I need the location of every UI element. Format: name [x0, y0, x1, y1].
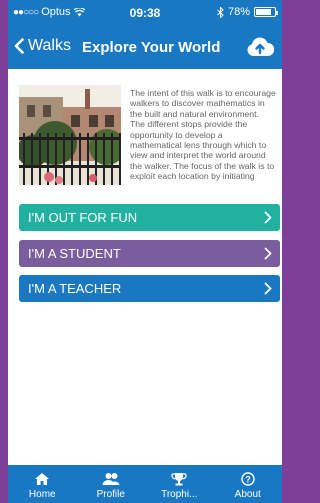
- question-icon: ?: [241, 472, 255, 486]
- walk-photo: [19, 85, 121, 185]
- tab-label: Profile: [96, 489, 125, 500]
- button-label: I'M A STUDENT: [28, 246, 121, 261]
- status-bar: ●●○○○ Optus 09:38 78%: [8, 0, 282, 27]
- chevron-left-icon: [14, 38, 24, 54]
- battery-icon: [254, 7, 278, 17]
- tab-home[interactable]: Home: [8, 465, 77, 503]
- tab-label: About: [234, 489, 261, 500]
- chevron-right-icon: [264, 247, 272, 260]
- button-label: I'M OUT FOR FUN: [28, 210, 138, 225]
- chevron-right-icon: [264, 282, 272, 295]
- tab-label: Trophi...: [161, 489, 198, 500]
- users-icon: [102, 473, 120, 485]
- tab-profile[interactable]: Profile: [77, 465, 146, 503]
- cloud-upload-icon[interactable]: [246, 36, 274, 58]
- home-icon: [35, 473, 50, 485]
- back-label: Walks: [28, 37, 71, 54]
- student-button[interactable]: I'M A STUDENT: [19, 240, 280, 267]
- battery-percent: 78%: [227, 6, 250, 18]
- navigation-bar: Walks Explore Your World: [8, 27, 282, 69]
- page-title: Explore Your World: [82, 39, 221, 56]
- trophy-icon: [171, 473, 187, 486]
- back-button[interactable]: Walks: [14, 37, 71, 55]
- tab-trophies[interactable]: Trophi...: [145, 465, 214, 503]
- app-screen: ●●○○○ Optus 09:38 78% Walks Explore Your…: [8, 0, 282, 503]
- button-label: I'M A TEACHER: [28, 281, 122, 296]
- chevron-right-icon: [264, 211, 272, 224]
- walk-description: The intent of this walk is to encourage …: [130, 88, 276, 182]
- tab-label: Home: [28, 489, 56, 500]
- bluetooth-icon: [217, 6, 224, 18]
- svg-text:?: ?: [245, 475, 251, 485]
- tab-bar: Home Profile Trophi... ? About: [8, 465, 282, 503]
- teacher-button[interactable]: I'M A TEACHER: [19, 275, 280, 302]
- out-for-fun-button[interactable]: I'M OUT FOR FUN: [19, 204, 280, 231]
- tab-about[interactable]: ? About: [214, 465, 283, 503]
